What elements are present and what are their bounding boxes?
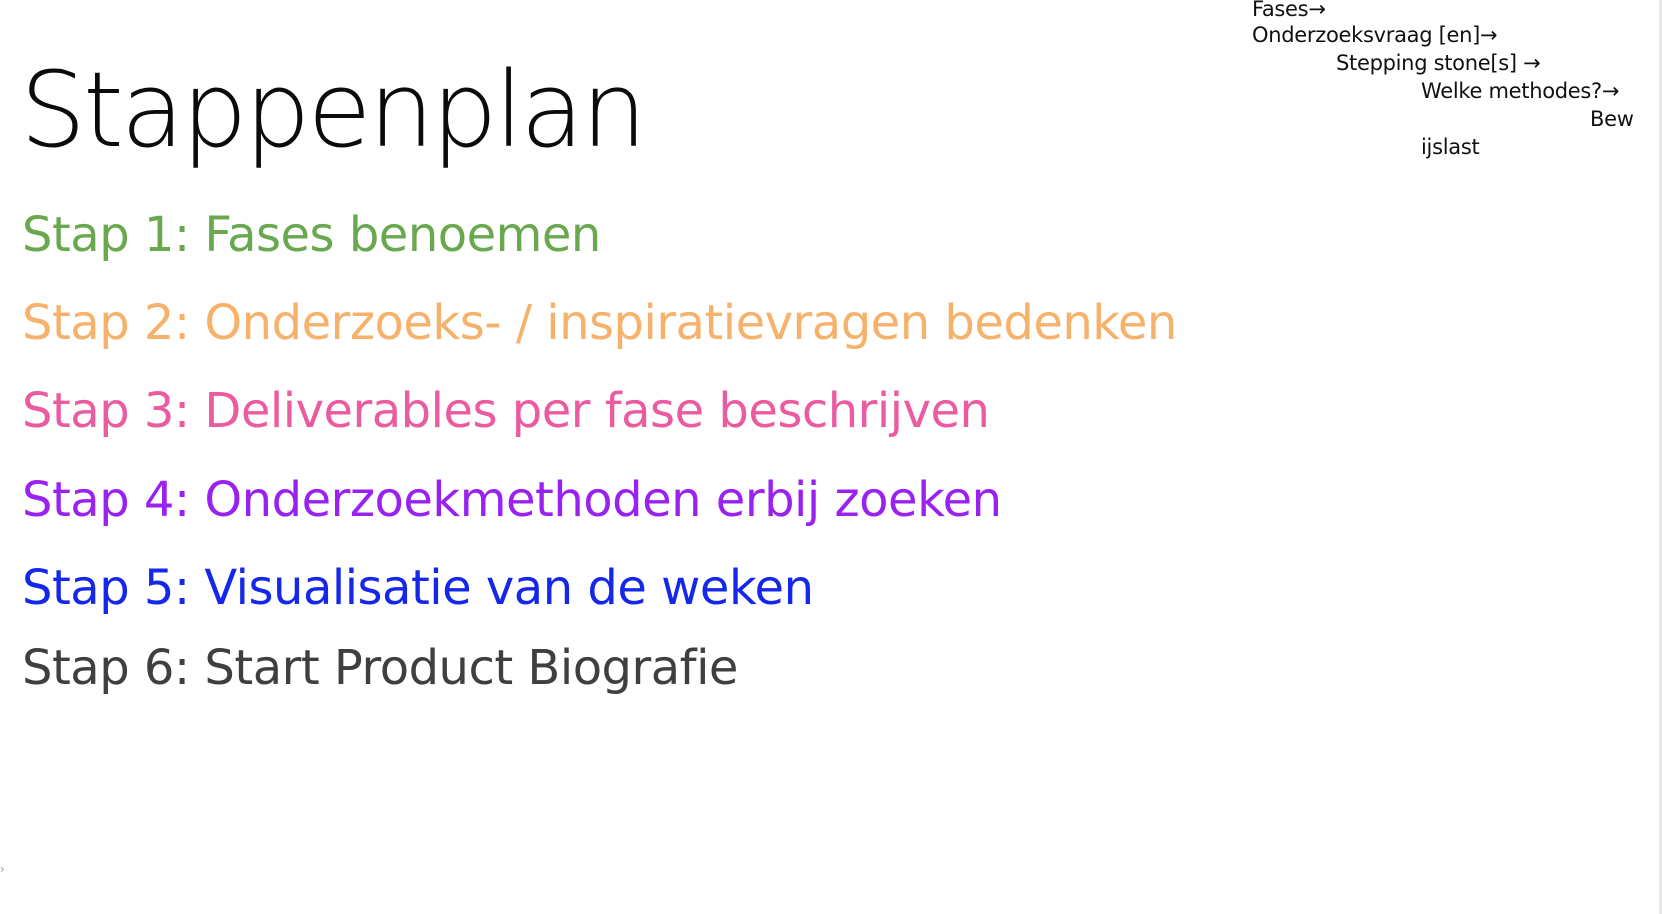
flow-note-fases: Fases→ [1252,0,1326,21]
flow-note-ijslast: ijslast [1421,135,1480,159]
slide: Stappenplan Stap 1: Fases benoemen Stap … [0,0,1660,914]
flow-note-methodes: Welke methodes?→ [1421,79,1620,103]
step-1: Stap 1: Fases benoemen [22,207,601,263]
slide-title: Stappenplan [20,49,647,171]
flow-note-onderzoeksvraag: Onderzoeksvraag [en]→ [1252,23,1498,47]
step-4: Stap 4: Onderzoekmethoden erbij zoeken [22,472,1002,528]
step-2: Stap 2: Onderzoeks- / inspiratievragen b… [22,295,1177,351]
step-6: Stap 6: Start Product Biografie [22,640,738,696]
step-3: Stap 3: Deliverables per fase beschrijve… [22,383,990,439]
flow-note-stepping-stones: Stepping stone[s] → [1336,51,1541,75]
corner-mark-icon: › [0,862,5,876]
step-5: Stap 5: Visualisatie van de weken [22,560,814,616]
flow-note-bew: Bew [1590,107,1634,131]
